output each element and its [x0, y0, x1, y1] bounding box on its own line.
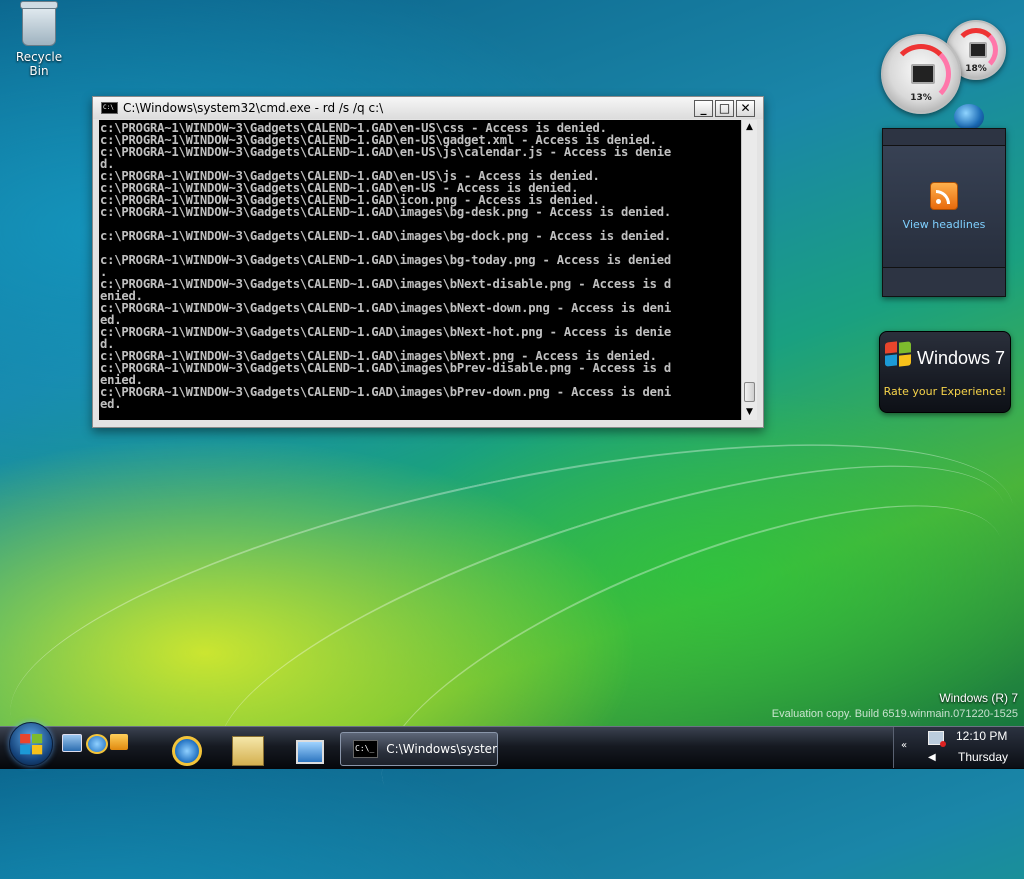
windows-explorer-icon[interactable] — [232, 736, 264, 766]
computer-icon[interactable] — [296, 740, 324, 764]
close-button[interactable]: ✕ — [736, 99, 755, 117]
feed-header — [883, 129, 1005, 146]
taskbar — [0, 726, 1024, 769]
network-icon[interactable] — [928, 731, 946, 747]
volume-icon[interactable]: ◀ — [928, 752, 936, 763]
windows7-rate-gadget[interactable]: Windows 7 Rate your Experience! — [879, 331, 1011, 413]
start-button[interactable] — [9, 722, 53, 766]
minimize-button[interactable]: _ — [694, 99, 713, 117]
windows-flag-icon — [20, 733, 44, 756]
desktop-icon-label: Recycle Bin — [15, 50, 63, 78]
internet-explorer-icon[interactable] — [86, 734, 108, 754]
show-desktop-icon[interactable] — [62, 734, 82, 752]
win7-brand: Windows 7 — [917, 348, 1006, 368]
build-watermark-title: Windows (R) 7 — [939, 691, 1018, 705]
cmd-window[interactable]: C:\ C:\Windows\system32\cmd.exe - rd /s … — [92, 96, 764, 428]
internet-explorer-icon[interactable] — [172, 736, 202, 766]
clock-time[interactable]: 12:10 PM — [956, 729, 1007, 743]
feed-footer — [883, 267, 1005, 296]
scroll-thumb[interactable] — [744, 382, 755, 402]
cpu-percent: 13% — [910, 92, 932, 103]
cmd-icon: C:\_ — [353, 740, 379, 758]
rss-icon — [930, 182, 958, 210]
globe-icon — [954, 104, 984, 130]
scroll-up-icon[interactable]: ▲ — [742, 120, 757, 135]
console-output[interactable]: c:\PROGRA~1\WINDOW~3\Gadgets\CALEND~1.GA… — [99, 120, 741, 420]
recycle-bin-icon — [20, 1, 58, 46]
clock-day[interactable]: Thursday — [958, 750, 1008, 764]
scroll-down-icon[interactable]: ▼ — [742, 405, 757, 420]
memory-chip-icon — [969, 42, 987, 58]
system-tray: « ◀ 12:10 PM Thursday — [893, 727, 1024, 768]
cpu-meter-cpu-gauge[interactable]: 13% — [881, 34, 961, 114]
desktop-icon-recycle-bin[interactable]: Recycle Bin — [6, 1, 72, 78]
window-titlebar[interactable]: C:\ C:\Windows\system32\cmd.exe - rd /s … — [93, 97, 763, 119]
window-title: C:\Windows\system32\cmd.exe - rd /s /q c… — [123, 101, 384, 115]
feed-headlines-gadget[interactable]: View headlines — [882, 128, 1006, 297]
media-player-icon[interactable] — [110, 734, 128, 750]
maximize-button[interactable]: □ — [715, 99, 734, 117]
taskbar-button-cmd[interactable]: C:\_ C:\Windows\syster — [340, 732, 498, 766]
vertical-scrollbar[interactable]: ▲ ▼ — [741, 120, 757, 420]
cmd-icon: C:\ — [101, 102, 118, 114]
rate-experience-link[interactable]: Rate your Experience! — [880, 385, 1010, 398]
cpu-chip-icon — [911, 64, 935, 84]
taskbar-button-label: C:\Windows\syster — [386, 742, 497, 756]
console-text: c:\PROGRA~1\WINDOW~3\Gadgets\CALEND~1.GA… — [100, 121, 671, 411]
view-headlines-link[interactable]: View headlines — [883, 218, 1005, 231]
windows-flag-icon — [885, 341, 913, 368]
show-hidden-icons-icon[interactable]: « — [901, 740, 907, 751]
build-watermark-detail: Evaluation copy. Build 6519.winmain.0712… — [771, 708, 1018, 720]
